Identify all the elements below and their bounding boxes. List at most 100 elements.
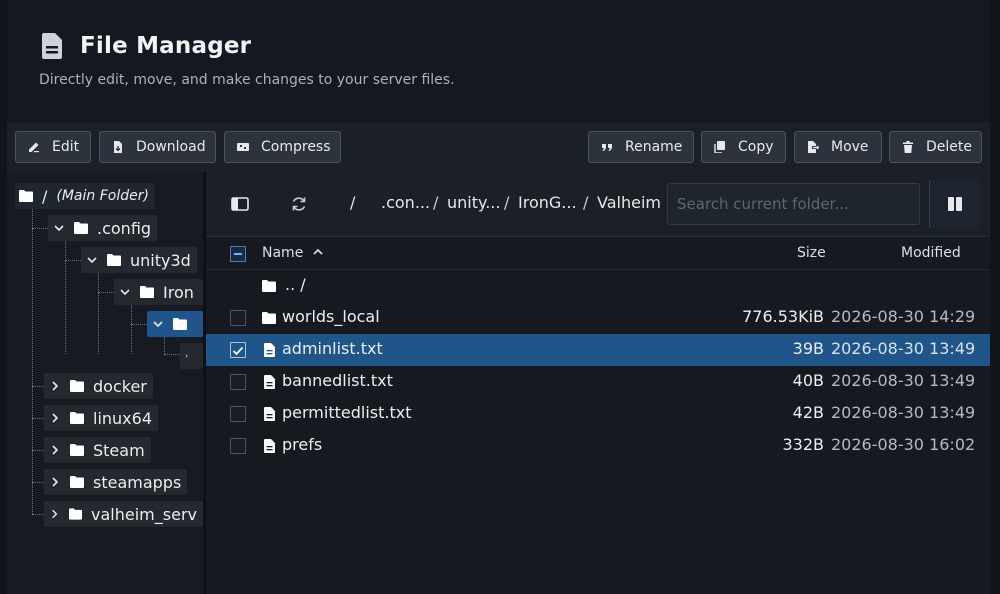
breadcrumb-config[interactable]: .con... xyxy=(381,193,430,212)
chevron-right-icon xyxy=(185,354,188,358)
edit-button[interactable]: Edit xyxy=(15,131,91,163)
page-header: File Manager Directly edit, move, and ma… xyxy=(7,0,990,122)
compress-icon xyxy=(237,141,249,153)
tree-guide xyxy=(32,482,44,483)
quote-icon xyxy=(601,141,613,153)
file-list-panel: / .con... / unity... / IronG... / Valhei… xyxy=(206,172,990,594)
breadcrumb-separator: / xyxy=(504,193,510,212)
page-title: File Manager xyxy=(80,33,252,59)
breadcrumb-valheim[interactable]: Valheim xyxy=(597,193,661,212)
download-label: Download xyxy=(136,139,206,155)
breadcrumb-root[interactable]: / xyxy=(350,193,355,212)
table-row[interactable]: prefs 332B 2026-08-30 16:02 xyxy=(206,430,990,462)
chevron-right-icon xyxy=(52,381,59,391)
column-name[interactable]: Name xyxy=(262,245,324,261)
tree-guide xyxy=(65,240,66,354)
breadcrumb-irong[interactable]: IronG... xyxy=(518,193,577,212)
chevron-right-icon xyxy=(52,445,59,455)
view-toggle-button[interactable] xyxy=(929,180,979,228)
chevron-right-icon xyxy=(52,413,59,423)
rename-button[interactable]: Rename xyxy=(588,131,694,163)
chevron-down-icon xyxy=(87,257,97,264)
folder-tree: / (Main Folder) .config unity3d Iron doc… xyxy=(7,172,203,594)
tree-guide xyxy=(164,336,165,354)
folder-icon xyxy=(262,280,276,292)
table-row-selected[interactable]: adminlist.txt 39B 2026-08-30 13:49 xyxy=(206,334,990,366)
row-checkbox[interactable] xyxy=(230,342,246,358)
tree-item-linux64[interactable]: linux64 xyxy=(44,405,158,431)
column-name-label: Name xyxy=(262,245,304,261)
download-button[interactable]: Download xyxy=(99,131,216,163)
columns-icon xyxy=(947,197,962,211)
tree-guide xyxy=(131,304,132,354)
column-size[interactable]: Size xyxy=(797,245,826,261)
row-checkbox[interactable] xyxy=(230,438,246,454)
copy-label: Copy xyxy=(738,139,774,155)
folder-icon xyxy=(70,412,84,424)
file-name: permittedlist.txt xyxy=(282,403,412,422)
tree-item-valheim-serv[interactable]: valheim_serv xyxy=(44,501,203,527)
tree-item-steam[interactable]: Steam xyxy=(44,437,151,463)
folder-icon xyxy=(107,254,121,266)
file-download-icon xyxy=(112,141,124,153)
tree-guide xyxy=(131,324,147,325)
table-row[interactable]: worlds_local 776.53KiB 2026-08-30 14:29 xyxy=(206,302,990,334)
tree-item-docker[interactable]: docker xyxy=(44,373,153,399)
rename-label: Rename xyxy=(625,139,683,155)
copy-button[interactable]: Copy xyxy=(701,131,786,163)
compress-button[interactable]: Compress xyxy=(224,131,341,163)
table-row[interactable]: permittedlist.txt 42B 2026-08-30 13:49 xyxy=(206,398,990,430)
tree-item-steamapps[interactable]: steamapps xyxy=(44,469,188,495)
row-checkbox[interactable] xyxy=(230,406,246,422)
tree-item-label: Steam xyxy=(93,440,145,460)
file-name: adminlist.txt xyxy=(282,339,383,358)
row-checkbox[interactable] xyxy=(230,310,246,326)
tree-item-iron[interactable]: Iron xyxy=(114,279,203,305)
folder-icon xyxy=(69,508,83,520)
compress-label: Compress xyxy=(261,139,331,155)
file-icon xyxy=(42,33,62,59)
tree-item-root[interactable]: / (Main Folder) xyxy=(15,183,155,209)
action-toolbar: Edit Download Compress Rename Copy Move … xyxy=(7,122,990,172)
breadcrumb-separator: / xyxy=(583,193,589,212)
refresh-icon[interactable] xyxy=(290,195,308,213)
tree-item-label: linux64 xyxy=(93,408,152,428)
search-input[interactable] xyxy=(667,183,920,225)
tree-guide xyxy=(98,272,99,354)
folder-icon xyxy=(173,318,187,330)
tree-item-valheim-selected[interactable] xyxy=(147,311,203,337)
column-modified[interactable]: Modified xyxy=(901,245,961,261)
file-text-icon xyxy=(264,407,275,421)
list-item-parent[interactable]: .. / xyxy=(206,270,990,302)
tree-item-label: valheim_serv xyxy=(91,504,197,524)
move-label: Move xyxy=(831,139,869,155)
checkmark-icon xyxy=(232,346,244,356)
file-name: worlds_local xyxy=(282,307,380,326)
tree-item-unity3d[interactable]: unity3d xyxy=(81,247,197,273)
file-size: 39B xyxy=(792,339,824,358)
tree-item-label: .config xyxy=(97,218,152,238)
tree-guide xyxy=(164,354,180,355)
file-modified: 2026-08-30 16:02 xyxy=(831,435,976,454)
tree-item-worlds[interactable] xyxy=(180,343,203,369)
file-list-header: Name Size Modified xyxy=(206,236,990,270)
row-checkbox[interactable] xyxy=(230,374,246,390)
select-all-checkbox[interactable] xyxy=(230,246,246,262)
table-row[interactable]: bannedlist.txt 40B 2026-08-30 13:49 xyxy=(206,366,990,398)
tree-guide xyxy=(32,228,48,229)
delete-button[interactable]: Delete xyxy=(889,131,982,163)
file-text-icon xyxy=(264,343,275,357)
file-size: 40B xyxy=(792,371,824,390)
tree-item-label: steamapps xyxy=(93,472,182,492)
file-text-icon xyxy=(264,375,275,389)
file-modified: 2026-08-30 13:49 xyxy=(831,339,976,358)
breadcrumb-unity[interactable]: unity... xyxy=(447,193,500,212)
path-bar: / .con... / unity... / IronG... / Valhei… xyxy=(206,172,990,236)
file-name: prefs xyxy=(282,435,323,454)
trash-icon xyxy=(902,141,914,153)
move-button[interactable]: Move xyxy=(794,131,882,163)
delete-label: Delete xyxy=(926,139,972,155)
tree-item-config[interactable]: .config xyxy=(48,215,158,241)
sidebar-toggle-icon[interactable] xyxy=(231,195,249,213)
folder-icon xyxy=(70,380,84,392)
